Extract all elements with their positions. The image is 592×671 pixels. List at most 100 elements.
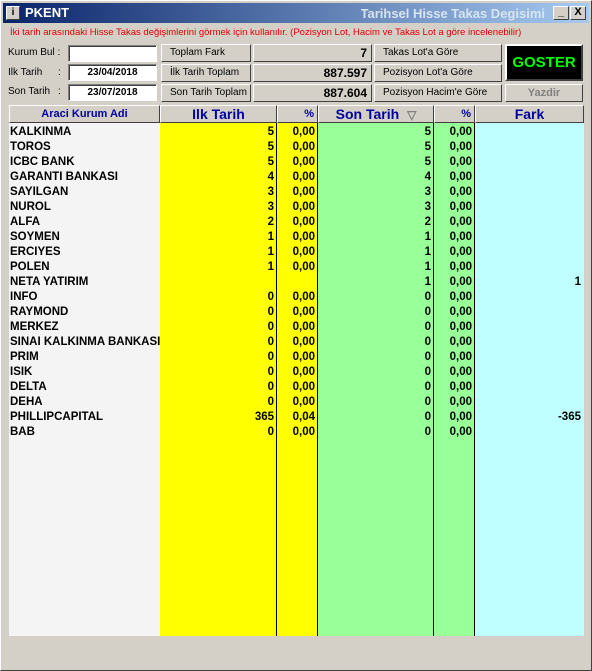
header-son[interactable]: Son Tarih ▽ xyxy=(318,105,434,123)
son-tarih-label: Son Tarih xyxy=(8,86,51,97)
kurum-bul-label: Kurum Bul : xyxy=(8,47,61,58)
son-tarih-input[interactable]: 23/07/2018 xyxy=(68,84,157,101)
cell-son: 5 xyxy=(424,141,431,153)
table-row[interactable]: NETA YATIRIM 1 0,00 1 xyxy=(9,275,584,290)
cell-fark xyxy=(475,320,581,335)
table-row[interactable]: GARANTI BANKASI 4 0,00 4 0,00 xyxy=(9,170,584,185)
header-ilk-pct[interactable]: % xyxy=(277,105,318,123)
close-button[interactable]: X xyxy=(570,6,586,20)
cell-ilk xyxy=(160,275,274,290)
cell-name: ALFA xyxy=(10,216,41,228)
cell-ilk: 3 xyxy=(267,201,274,213)
cell-ilk-pct: 0,00 xyxy=(292,261,315,273)
cell-fark xyxy=(475,335,581,350)
cell-ilk: 5 xyxy=(267,141,274,153)
cell-son: 1 xyxy=(424,231,431,243)
cell-name: NETA YATIRIM xyxy=(10,276,89,288)
cell-ilk-pct: 0,00 xyxy=(292,246,315,258)
header-son-pct[interactable]: % xyxy=(434,105,475,123)
cell-son: 0 xyxy=(424,396,431,408)
cell-ilk: 0 xyxy=(267,306,274,318)
table-row[interactable]: POLEN 1 0,00 1 0,00 xyxy=(9,260,584,275)
pozisyon-lot-button[interactable]: Pozisyon Lot'a Göre xyxy=(374,64,502,82)
ilk-tarih-input[interactable]: 23/04/2018 xyxy=(68,64,157,81)
cell-ilk: 5 xyxy=(267,126,274,138)
cell-son-pct: 0,00 xyxy=(449,231,472,243)
cell-ilk-pct: 0,00 xyxy=(292,126,315,138)
cell-ilk-pct: 0,00 xyxy=(292,321,315,333)
cell-fark xyxy=(475,245,581,260)
table-row[interactable]: PRIM 0 0,00 0 0,00 xyxy=(9,350,584,365)
son-tarih-colon: : xyxy=(58,86,61,97)
table-row[interactable]: SAYILGAN 3 0,00 3 0,00 xyxy=(9,185,584,200)
table-row[interactable]: NUROL 3 0,00 3 0,00 xyxy=(9,200,584,215)
cell-fark xyxy=(475,260,581,275)
cell-ilk: 5 xyxy=(267,156,274,168)
cell-ilk-pct: 0,00 xyxy=(292,171,315,183)
goster-button[interactable]: GOSTER xyxy=(505,44,583,81)
cell-son: 0 xyxy=(424,381,431,393)
cell-fark xyxy=(475,170,581,185)
cell-son-pct: 0,00 xyxy=(449,351,472,363)
cell-ilk-pct: 0,00 xyxy=(292,426,315,438)
table-row[interactable]: ICBC BANK 5 0,00 5 0,00 xyxy=(9,155,584,170)
cell-ilk-pct: 0,04 xyxy=(292,411,315,423)
cell-son: 0 xyxy=(424,291,431,303)
kurum-bul-input[interactable] xyxy=(68,45,157,62)
header-son-label: Son Tarih xyxy=(335,106,400,122)
table-row[interactable]: RAYMOND 0 0,00 0 0,00 xyxy=(9,305,584,320)
cell-ilk: 0 xyxy=(267,426,274,438)
table-row[interactable]: SOYMEN 1 0,00 1 0,00 xyxy=(9,230,584,245)
cell-name: PRIM xyxy=(10,351,39,363)
table-row[interactable]: BAB 0 0,00 0 0,00 xyxy=(9,425,584,440)
table-row[interactable]: SINAI KALKINMA BANKASI 0 0,00 0 0,00 xyxy=(9,335,584,350)
table-row[interactable]: DELTA 0 0,00 0 0,00 xyxy=(9,380,584,395)
table-row[interactable]: KALKINMA 5 0,00 5 0,00 xyxy=(9,125,584,140)
cell-ilk-pct: 0,00 xyxy=(292,186,315,198)
cell-son: 5 xyxy=(424,156,431,168)
cell-son: 0 xyxy=(424,306,431,318)
cell-ilk: 1 xyxy=(267,246,274,258)
table-row[interactable]: ISIK 0 0,00 0 0,00 xyxy=(9,365,584,380)
cell-son-pct: 0,00 xyxy=(449,246,472,258)
header-fark[interactable]: Fark xyxy=(475,105,584,123)
cell-fark xyxy=(475,305,581,320)
cell-ilk-pct: 0,00 xyxy=(292,141,315,153)
cell-ilk-pct xyxy=(277,275,315,290)
cell-fark xyxy=(475,185,581,200)
table-row[interactable]: DEHA 0 0,00 0 0,00 xyxy=(9,395,584,410)
cell-ilk-pct: 0,00 xyxy=(292,366,315,378)
pozisyon-hacim-button[interactable]: Pozisyon Hacim'e Göre xyxy=(374,84,502,102)
cell-son: 0 xyxy=(424,426,431,438)
table-row[interactable]: ALFA 2 0,00 2 0,00 xyxy=(9,215,584,230)
cell-son-pct: 0,00 xyxy=(449,426,472,438)
minimize-button[interactable]: _ xyxy=(553,6,569,20)
cell-fark xyxy=(475,365,581,380)
cell-name: NUROL xyxy=(10,201,51,213)
son-tarih-toplam-label: Son Tarih Toplam xyxy=(161,84,251,102)
table-row[interactable]: ERCIYES 1 0,00 1 0,00 xyxy=(9,245,584,260)
cell-name: ISIK xyxy=(10,366,33,378)
cell-son-pct: 0,00 xyxy=(449,366,472,378)
header-name[interactable]: Araci Kurum Adi xyxy=(9,105,160,123)
yazdir-button[interactable]: Yazdir xyxy=(505,84,583,102)
cell-son: 0 xyxy=(424,411,431,423)
cell-son-pct: 0,00 xyxy=(449,156,472,168)
title-bar[interactable]: i PKENT Tarihsel Hisse Takas Degisimi _ … xyxy=(3,3,589,23)
cell-ilk: 3 xyxy=(267,186,274,198)
header-ilk[interactable]: Ilk Tarih xyxy=(160,105,277,123)
cell-ilk: 1 xyxy=(267,261,274,273)
table-row[interactable]: TOROS 5 0,00 5 0,00 xyxy=(9,140,584,155)
cell-son-pct: 0,00 xyxy=(449,141,472,153)
cell-son: 3 xyxy=(424,201,431,213)
results-table[interactable]: Araci Kurum Adi Ilk Tarih % Son Tarih ▽ … xyxy=(9,105,584,636)
table-row[interactable]: PHILLIPCAPITAL 365 0,04 0 0,00 -365 xyxy=(9,410,584,425)
cell-fark xyxy=(475,125,581,140)
cell-name: MERKEZ xyxy=(10,321,59,333)
takas-lot-button[interactable]: Takas Lot'a Göre xyxy=(374,44,502,62)
table-row[interactable]: MERKEZ 0 0,00 0 0,00 xyxy=(9,320,584,335)
app-icon[interactable]: i xyxy=(6,6,20,20)
table-row[interactable]: INFO 0 0,00 0 0,00 xyxy=(9,290,584,305)
cell-ilk: 0 xyxy=(267,381,274,393)
cell-ilk-pct: 0,00 xyxy=(292,351,315,363)
